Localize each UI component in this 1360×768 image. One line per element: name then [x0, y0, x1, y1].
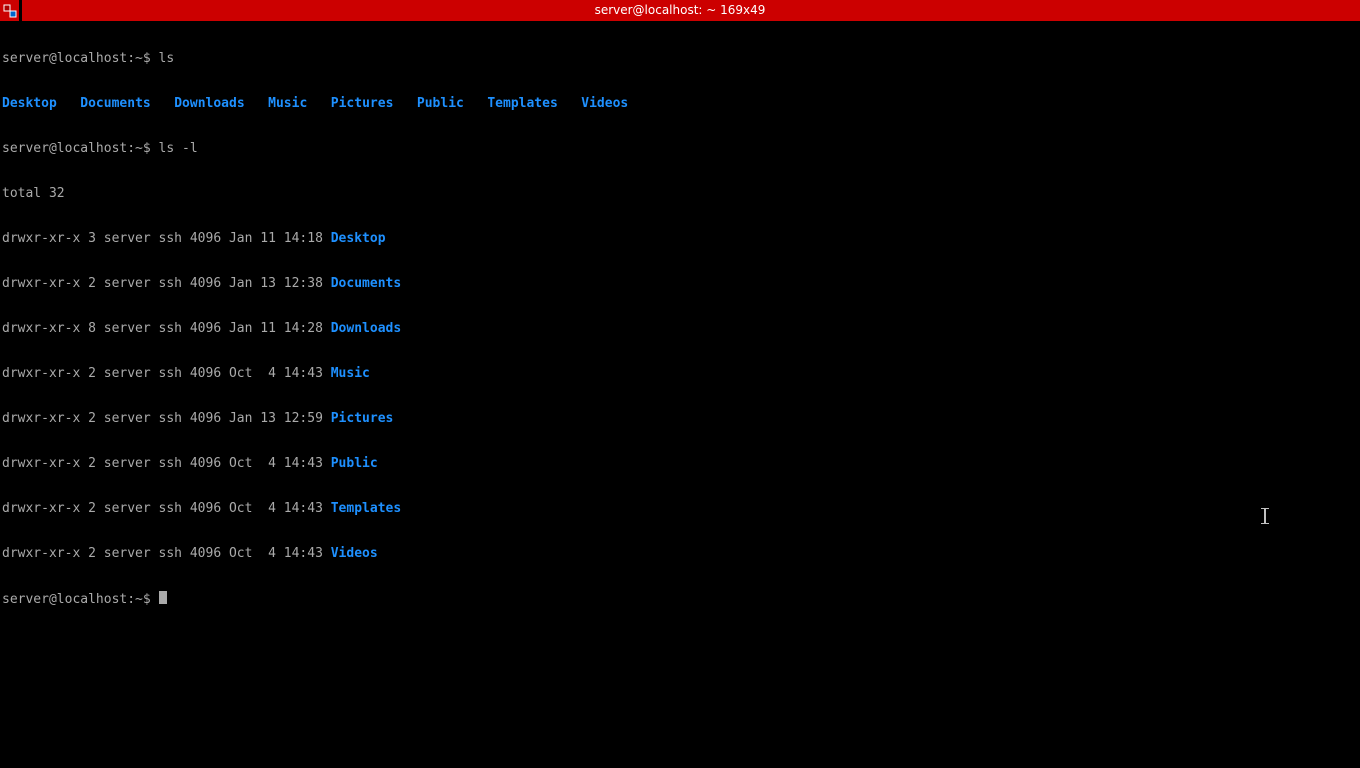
terminal-line: Desktop Documents Downloads Music Pictur…	[2, 96, 1358, 111]
ls-entry: Music	[268, 96, 307, 111]
terminal-line: drwxr-xr-x 2 server ssh 4096 Jan 13 12:3…	[2, 276, 1358, 291]
ls-entry: Public	[417, 96, 464, 111]
command-text: ls	[159, 51, 175, 66]
file-name: Downloads	[331, 321, 401, 336]
file-stat: drwxr-xr-x 2 server ssh 4096 Jan 13 12:5…	[2, 411, 331, 426]
ls-entry: Downloads	[174, 96, 244, 111]
file-name: Public	[331, 456, 378, 471]
ls-entry: Desktop	[2, 96, 57, 111]
terminal-line: total 32	[2, 186, 1358, 201]
ls-entry: Pictures	[331, 96, 394, 111]
terminal-line: server@localhost:~$ ls -l	[2, 141, 1358, 156]
terminal-line: drwxr-xr-x 2 server ssh 4096 Jan 13 12:5…	[2, 411, 1358, 426]
file-name: Desktop	[331, 231, 386, 246]
shell-prompt: server@localhost:~$	[2, 141, 159, 156]
file-stat: drwxr-xr-x 2 server ssh 4096 Oct 4 14:43	[2, 546, 331, 561]
terminal-line: server@localhost:~$	[2, 591, 1358, 606]
ls-entry: Videos	[581, 96, 628, 111]
file-stat: drwxr-xr-x 2 server ssh 4096 Oct 4 14:43	[2, 366, 331, 381]
ls-entry: Documents	[80, 96, 150, 111]
file-name: Templates	[331, 501, 401, 516]
total-line: total 32	[2, 186, 65, 201]
window-titlebar[interactable]: server@localhost: ~ 169x49	[0, 0, 1360, 21]
file-stat: drwxr-xr-x 2 server ssh 4096 Oct 4 14:43	[2, 456, 331, 471]
terminal-line: drwxr-xr-x 2 server ssh 4096 Oct 4 14:43…	[2, 366, 1358, 381]
file-stat: drwxr-xr-x 2 server ssh 4096 Jan 13 12:3…	[2, 276, 331, 291]
terminal-line: drwxr-xr-x 2 server ssh 4096 Oct 4 14:43…	[2, 546, 1358, 561]
file-name: Pictures	[331, 411, 394, 426]
terminal-line: drwxr-xr-x 8 server ssh 4096 Jan 11 14:2…	[2, 321, 1358, 336]
terminal-app-icon	[3, 4, 17, 18]
file-name: Documents	[331, 276, 401, 291]
terminal-line: server@localhost:~$ ls	[2, 51, 1358, 66]
shell-prompt: server@localhost:~$	[2, 592, 159, 607]
command-text: ls -l	[159, 141, 198, 156]
file-stat: drwxr-xr-x 8 server ssh 4096 Jan 11 14:2…	[2, 321, 331, 336]
file-stat: drwxr-xr-x 2 server ssh 4096 Oct 4 14:43	[2, 501, 331, 516]
shell-prompt: server@localhost:~$	[2, 51, 159, 66]
app-menu-icon[interactable]	[0, 0, 22, 21]
terminal-line: drwxr-xr-x 2 server ssh 4096 Oct 4 14:43…	[2, 456, 1358, 471]
ls-entry: Templates	[487, 96, 557, 111]
terminal-viewport[interactable]: server@localhost:~$ ls Desktop Documents…	[0, 21, 1360, 621]
file-stat: drwxr-xr-x 3 server ssh 4096 Jan 11 14:1…	[2, 231, 331, 246]
cursor-block	[159, 591, 167, 604]
file-name: Videos	[331, 546, 378, 561]
terminal-line: drwxr-xr-x 2 server ssh 4096 Oct 4 14:43…	[2, 501, 1358, 516]
window-title: server@localhost: ~ 169x49	[0, 3, 1360, 18]
terminal-line: drwxr-xr-x 3 server ssh 4096 Jan 11 14:1…	[2, 231, 1358, 246]
file-name: Music	[331, 366, 370, 381]
